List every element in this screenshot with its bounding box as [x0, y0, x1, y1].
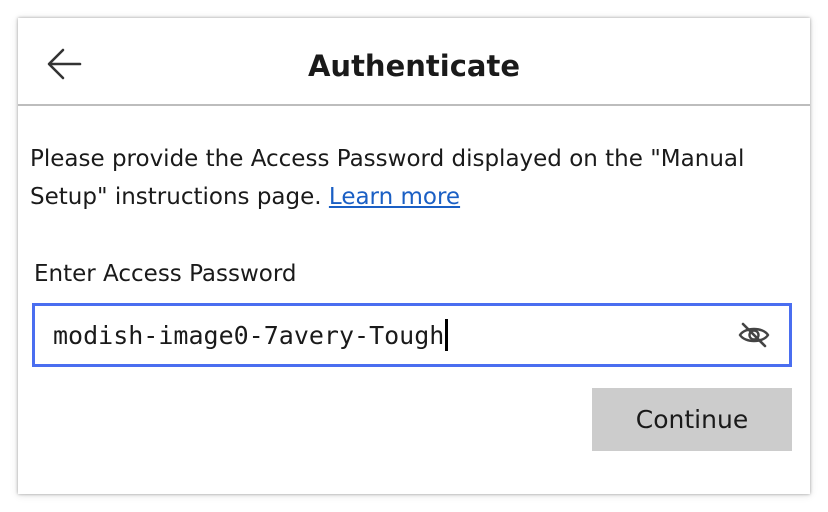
text-caret — [445, 319, 449, 351]
password-field-label: Enter Access Password — [34, 261, 297, 287]
learn-more-link[interactable]: Learn more — [329, 184, 460, 210]
dialog-header: Authenticate — [18, 18, 810, 106]
toggle-password-visibility-button[interactable] — [737, 320, 771, 350]
password-input[interactable]: modish-image0-7avery-Tough — [32, 303, 792, 367]
continue-button[interactable]: Continue — [592, 388, 792, 451]
authenticate-dialog: Authenticate Please provide the Access P… — [18, 18, 810, 494]
password-input-value[interactable]: modish-image0-7avery-Tough — [53, 318, 449, 354]
page-title: Authenticate — [307, 49, 520, 83]
instructions-text: Please provide the Access Password displ… — [30, 140, 790, 216]
password-value-text: modish-image0-7avery-Tough — [53, 321, 445, 350]
eye-slash-icon — [738, 322, 770, 348]
